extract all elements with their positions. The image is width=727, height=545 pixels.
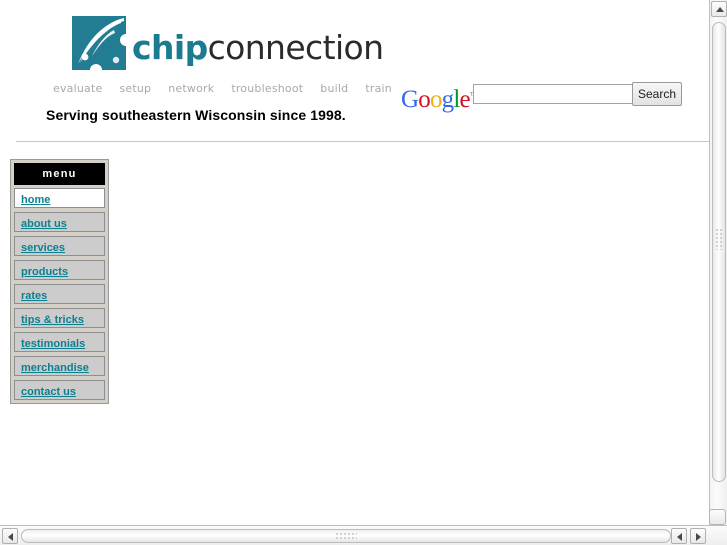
sidebar-item-label: home bbox=[21, 194, 51, 206]
wordmark-chip: chip bbox=[132, 28, 208, 67]
sidebar-item-label: rates bbox=[21, 290, 48, 302]
subnav-item-setup[interactable]: setup bbox=[119, 82, 151, 95]
sidebar-item-label: products bbox=[21, 266, 69, 278]
window-resize-corner[interactable] bbox=[709, 509, 726, 525]
subnav-item-troubleshoot[interactable]: troubleshoot bbox=[231, 82, 303, 95]
sidebar-item-home[interactable]: home bbox=[14, 188, 105, 208]
sidebar-item-testimonials[interactable]: testimonials bbox=[14, 332, 105, 352]
search-button[interactable]: Search bbox=[632, 82, 682, 106]
sidebar-item-about-us[interactable]: about us bbox=[14, 212, 105, 232]
sidebar-menu-title: menu bbox=[14, 163, 105, 185]
sidebar-item-label: merchandise bbox=[21, 362, 89, 374]
google-letter-g2: g bbox=[441, 86, 454, 114]
sidebar-item-products[interactable]: products bbox=[14, 260, 105, 280]
subnav-item-build[interactable]: build bbox=[320, 82, 348, 95]
vertical-scrollbar-thumb[interactable] bbox=[712, 22, 726, 482]
google-letter-g1: G bbox=[401, 86, 419, 114]
sidebar-item-merchandise[interactable]: merchandise bbox=[14, 356, 105, 376]
vertical-scrollbar[interactable] bbox=[709, 0, 727, 525]
sidebar-item-label: tips & tricks bbox=[21, 314, 84, 326]
wordmark-connection: connection bbox=[207, 28, 384, 67]
sidebar-item-label: testimonials bbox=[21, 338, 86, 350]
arrow-up-icon bbox=[716, 7, 724, 12]
header-divider bbox=[16, 141, 709, 142]
google-letter-o2: o bbox=[429, 86, 442, 114]
header-subnav: evaluate setup network troubleshoot build tra… bbox=[53, 82, 392, 95]
google-letter-e: e bbox=[459, 86, 471, 114]
sidebar-item-tips-and-tricks[interactable]: tips & tricks bbox=[14, 308, 105, 328]
page-viewport: chipconnection evaluate setup network troub… bbox=[0, 0, 709, 525]
arrow-left-icon bbox=[677, 533, 682, 541]
arrow-left-icon bbox=[8, 533, 13, 541]
horizontal-scrollbar[interactable] bbox=[0, 525, 727, 545]
main-content bbox=[120, 155, 700, 515]
search-input[interactable] bbox=[473, 84, 633, 104]
scroll-grip-icon bbox=[335, 532, 357, 540]
site-header: chipconnection evaluate setup network troub… bbox=[0, 0, 709, 142]
subnav-item-evaluate[interactable]: evaluate bbox=[53, 82, 102, 95]
sidebar-item-label: about us bbox=[21, 218, 67, 230]
scroll-right-button[interactable] bbox=[690, 528, 706, 544]
sidebar-item-label: services bbox=[21, 242, 66, 254]
subnav-item-train[interactable]: train bbox=[365, 82, 392, 95]
horizontal-scrollbar-thumb[interactable] bbox=[21, 529, 671, 543]
chipconnection-puzzle-swoosh-logo-icon bbox=[72, 16, 126, 70]
arrow-right-icon bbox=[696, 533, 701, 541]
scroll-grip-icon bbox=[715, 228, 723, 250]
site-wordmark: chipconnection bbox=[132, 28, 384, 67]
scroll-left-button[interactable] bbox=[2, 528, 18, 544]
scroll-left-button-secondary[interactable] bbox=[671, 528, 687, 544]
sidebar-item-services[interactable]: services bbox=[14, 236, 105, 256]
scroll-up-button[interactable] bbox=[711, 1, 727, 17]
sidebar-menu: menu home about us services products rat… bbox=[10, 159, 109, 404]
google-letter-o1: o bbox=[418, 86, 430, 114]
sidebar-item-label: contact us bbox=[21, 386, 77, 398]
subnav-item-network[interactable]: network bbox=[168, 82, 214, 95]
google-logo-icon: Google™ bbox=[401, 82, 479, 113]
site-tagline: Serving southeastern Wisconsin since 199… bbox=[46, 107, 346, 123]
sidebar-item-contact-us[interactable]: contact us bbox=[14, 380, 105, 400]
sidebar-item-rates[interactable]: rates bbox=[14, 284, 105, 304]
